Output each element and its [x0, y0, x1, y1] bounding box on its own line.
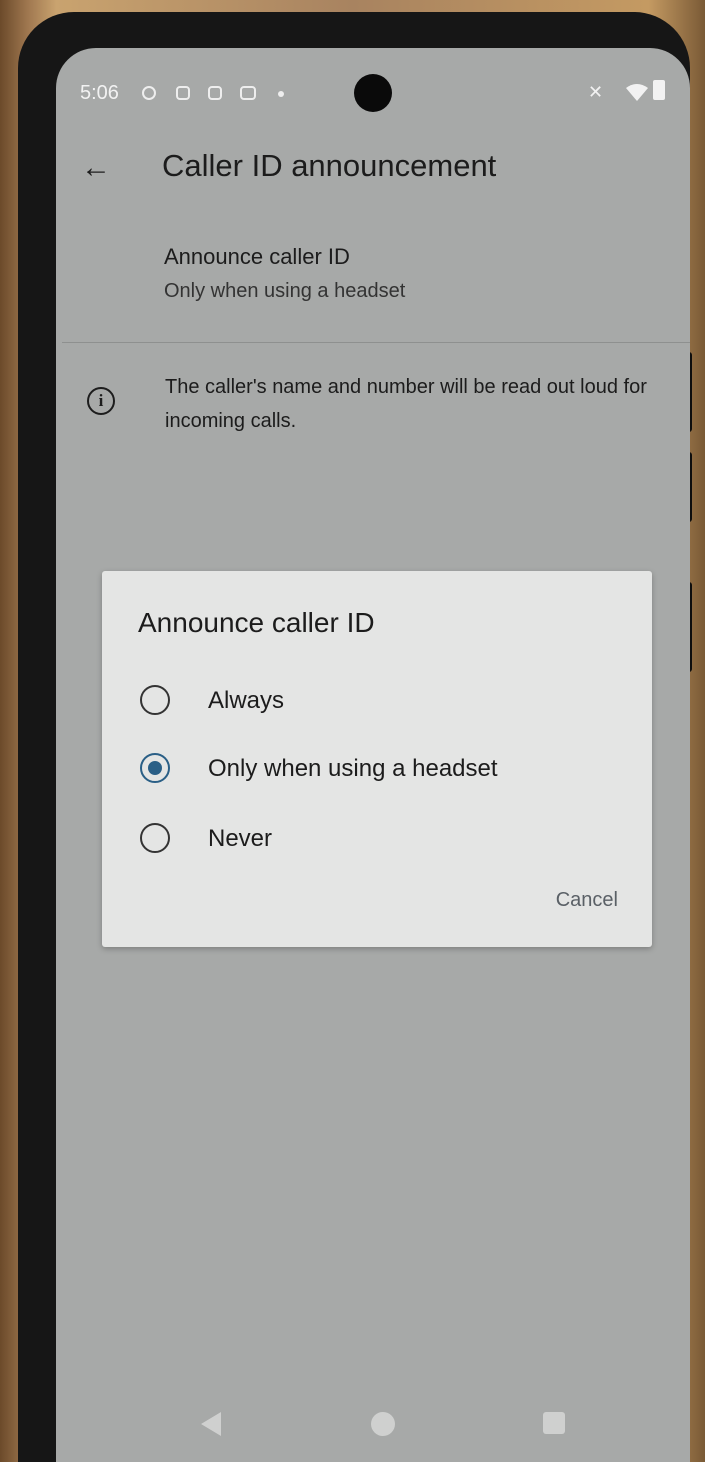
battery-icon [653, 80, 665, 100]
vibrate-off-icon: ✕ [588, 82, 604, 102]
arrow-back-icon[interactable]: ← [76, 148, 116, 188]
phone-frame: 5:06 ✕ ← Caller ID announcement Announce… [18, 12, 692, 1462]
more-notifications-icon [278, 91, 284, 97]
radio-button-selected[interactable] [140, 753, 170, 783]
nav-back-icon[interactable] [201, 1412, 221, 1436]
sim-icon [176, 86, 190, 100]
app-bar: ← Caller ID announcement [56, 144, 690, 204]
message-icon [240, 86, 256, 100]
page-title: Caller ID announcement [162, 148, 497, 183]
wifi-icon [626, 84, 648, 101]
screen: 5:06 ✕ ← Caller ID announcement Announce… [56, 48, 690, 1462]
preference-title: Announce caller ID [164, 244, 350, 269]
nav-recents-icon[interactable] [543, 1412, 565, 1434]
nav-home-icon[interactable] [371, 1412, 395, 1436]
status-time: 5:06 [80, 82, 119, 104]
radio-button[interactable] [140, 685, 170, 715]
option-label: Only when using a headset [208, 755, 498, 782]
announce-caller-id-preference[interactable]: Announce caller ID Only when using a hea… [164, 244, 405, 303]
option-label: Never [208, 825, 273, 852]
info-text: The caller's name and number will be rea… [165, 376, 647, 432]
cancel-button[interactable]: Cancel [556, 889, 618, 912]
divider [62, 342, 690, 343]
option-only-headset[interactable]: Only when using a headset [138, 743, 618, 799]
option-label: Always [208, 687, 285, 714]
front-camera [354, 74, 392, 112]
announce-caller-id-dialog: Announce caller ID Always Only when usin… [102, 571, 652, 947]
status-bar: 5:06 ✕ [56, 48, 690, 138]
bag-icon [208, 86, 222, 100]
radio-button[interactable] [140, 823, 170, 853]
notification-icon [142, 86, 156, 100]
navigation-bar [56, 1398, 690, 1462]
option-never[interactable]: Never [138, 813, 618, 869]
preference-summary: Only when using a headset [164, 280, 406, 302]
info-icon: i [87, 387, 115, 415]
option-always[interactable]: Always [138, 675, 618, 731]
dialog-title: Announce caller ID [138, 607, 375, 638]
